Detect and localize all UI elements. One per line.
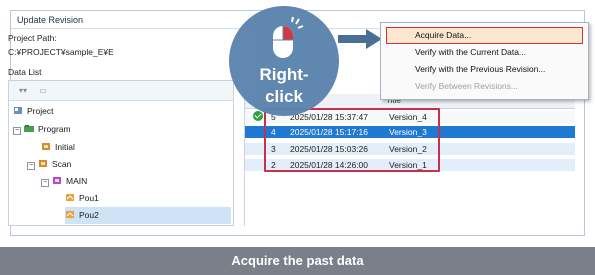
task-icon bbox=[39, 160, 47, 167]
tree-item-initial[interactable]: Initial bbox=[41, 139, 75, 156]
tree-item-pou2[interactable]: Pou2 bbox=[65, 207, 231, 224]
tree-toolbar: ▾▾ ▭ bbox=[9, 81, 233, 101]
program-folder-icon bbox=[24, 125, 34, 132]
menu-item-acquire-data[interactable]: Acquire Data... bbox=[381, 27, 588, 44]
menu-item-verify-previous[interactable]: Verify with the Previous Revision... bbox=[381, 61, 588, 78]
callout-line-2: click bbox=[265, 87, 303, 106]
revisions-highlight-box bbox=[264, 108, 440, 172]
task-icon bbox=[42, 143, 50, 150]
collapse-node-icon[interactable]: − bbox=[41, 179, 49, 187]
arrow-icon bbox=[338, 29, 382, 49]
program-icon bbox=[53, 177, 61, 184]
tree-item-program[interactable]: − Program bbox=[13, 121, 71, 138]
context-menu: Acquire Data... Verify with the Current … bbox=[380, 22, 589, 100]
project-path-label: Project Path: bbox=[8, 33, 57, 43]
collapse-icon[interactable]: ▭ bbox=[35, 85, 51, 97]
caption-gap bbox=[0, 236, 595, 247]
tree-item-pou1[interactable]: Pou1 bbox=[65, 190, 99, 207]
mouse-right-click-icon bbox=[273, 16, 304, 58]
caption-banner: Acquire the past data bbox=[0, 247, 595, 275]
pou-icon bbox=[66, 194, 74, 201]
tree-item-label: Pou2 bbox=[79, 210, 99, 220]
menu-item-verify-between: Verify Between Revisions... bbox=[415, 81, 518, 91]
tree-item-label: MAIN bbox=[66, 176, 88, 186]
tree-item-project[interactable]: Project bbox=[13, 103, 53, 120]
collapse-node-icon[interactable]: − bbox=[27, 162, 35, 170]
menu-item-verify-current[interactable]: Verify with the Current Data... bbox=[381, 44, 588, 61]
project-icon bbox=[14, 107, 22, 114]
current-revision-check-icon bbox=[253, 111, 263, 121]
pou-icon bbox=[66, 211, 74, 218]
tree-item-label: Initial bbox=[55, 142, 75, 152]
callout-line-1: Right- bbox=[259, 65, 309, 84]
expand-dropdown-icon[interactable]: ▾▾ bbox=[15, 85, 31, 97]
tree-item-label: Scan bbox=[52, 159, 72, 169]
project-tree: ▾▾ ▭ Project − Program Initial − Scan − MAI… bbox=[8, 80, 234, 226]
tree-item-main[interactable]: − MAIN bbox=[41, 173, 87, 190]
project-path-field: C:¥PROJECT¥sample_E¥E bbox=[8, 47, 114, 57]
data-list-label: Data List bbox=[8, 67, 42, 77]
tree-item-scan[interactable]: − Scan bbox=[27, 156, 71, 173]
tree-item-label: Project bbox=[27, 106, 54, 116]
tree-item-label: Pou1 bbox=[79, 193, 99, 203]
tree-item-label: Program bbox=[38, 124, 71, 134]
callout-label: Right- click bbox=[229, 64, 339, 108]
collapse-node-icon[interactable]: − bbox=[13, 127, 21, 135]
